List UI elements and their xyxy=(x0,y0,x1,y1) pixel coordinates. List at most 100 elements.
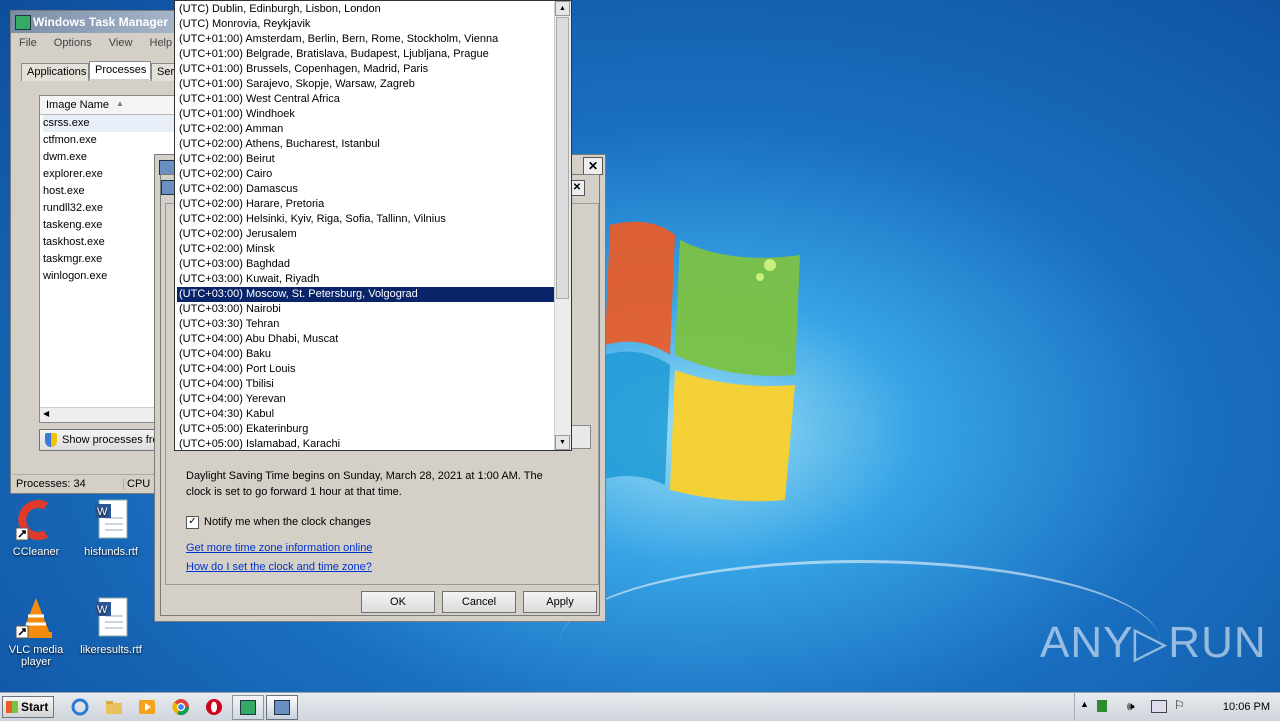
scroll-left-icon[interactable]: ◀ xyxy=(43,409,49,418)
combo-remnant-right xyxy=(569,425,591,449)
desktop-icon-vlc[interactable]: VLC media player xyxy=(0,596,72,668)
taskbar-button-task-manager[interactable] xyxy=(232,695,264,720)
show-processes-label: Show processes fro xyxy=(62,434,159,446)
clock[interactable]: 10:06 PM xyxy=(1223,701,1270,713)
menu-options[interactable]: Options xyxy=(54,37,92,49)
timezone-option[interactable]: (UTC+01:00) Belgrade, Bratislava, Budape… xyxy=(177,47,557,62)
internet-explorer-icon[interactable] xyxy=(70,697,90,717)
timezone-option[interactable]: (UTC+03:30) Tehran xyxy=(177,317,557,332)
desktop-icon-label: hisfunds.rtf xyxy=(84,546,138,558)
app-icon xyxy=(15,15,31,30)
timezone-option[interactable]: (UTC+02:00) Cairo xyxy=(177,167,557,182)
show-hidden-icons-icon[interactable]: ▲ xyxy=(1080,699,1089,709)
menu-view[interactable]: View xyxy=(109,37,133,49)
table-row[interactable]: dwm.exe xyxy=(43,149,87,166)
timezone-option[interactable]: (UTC+04:00) Abu Dhabi, Muscat xyxy=(177,332,557,347)
timezone-option[interactable]: (UTC+01:00) Amsterdam, Berlin, Bern, Rom… xyxy=(177,32,557,47)
timezone-option[interactable]: (UTC+04:00) Port Louis xyxy=(177,362,557,377)
desktop-icon-label: likeresults.rtf xyxy=(80,644,142,656)
process-name: rundll32.exe xyxy=(43,202,103,214)
dialog-close-button[interactable]: ✕ xyxy=(583,157,603,175)
taskbar-button-date-time[interactable] xyxy=(266,695,298,720)
dst-description: Daylight Saving Time begins on Sunday, M… xyxy=(186,468,586,500)
dst-text-line-2: clock is set to go forward 1 hour at tha… xyxy=(186,486,402,498)
ccleaner-icon xyxy=(15,498,56,542)
timezone-option[interactable]: (UTC+02:00) Damascus xyxy=(177,182,557,197)
cancel-button[interactable]: Cancel xyxy=(442,591,516,613)
timezone-option[interactable]: (UTC+04:00) Yerevan xyxy=(177,392,557,407)
timezone-option[interactable]: (UTC+03:00) Kuwait, Riyadh xyxy=(177,272,557,287)
timezone-dropdown-list[interactable]: (UTC) Dublin, Edinburgh, Lisbon, London(… xyxy=(174,0,572,451)
timezone-option[interactable]: (UTC+03:00) Nairobi xyxy=(177,302,557,317)
timezone-option[interactable]: (UTC+02:00) Harare, Pretoria xyxy=(177,197,557,212)
timezone-option[interactable]: (UTC+02:00) Jerusalem xyxy=(177,227,557,242)
apply-button[interactable]: Apply xyxy=(523,591,597,613)
svg-text:W: W xyxy=(97,506,108,518)
word-document-icon: W xyxy=(91,596,131,640)
table-row[interactable]: explorer.exe xyxy=(43,166,103,183)
start-button[interactable]: Start xyxy=(2,696,54,718)
timezone-option[interactable]: (UTC+01:00) Sarajevo, Skopje, Warsaw, Za… xyxy=(177,77,557,92)
timezone-option[interactable]: (UTC+03:00) Moscow, St. Petersburg, Volg… xyxy=(177,287,557,302)
network-status-icon[interactable] xyxy=(1097,700,1107,712)
vertical-scrollbar[interactable]: ▲ ▼ xyxy=(554,1,571,450)
opera-icon[interactable] xyxy=(204,697,224,717)
table-row[interactable]: taskeng.exe xyxy=(43,217,102,234)
tab-processes[interactable]: Processes xyxy=(89,61,151,79)
notify-checkbox[interactable]: ✓ xyxy=(186,516,199,529)
windows-logo xyxy=(600,221,800,502)
timezone-option[interactable]: (UTC+01:00) Windhoek xyxy=(177,107,557,122)
more-info-link[interactable]: Get more time zone information online xyxy=(186,542,372,554)
table-row[interactable]: taskhost.exe xyxy=(43,234,105,251)
process-name: host.exe xyxy=(43,185,85,197)
table-row[interactable]: host.exe xyxy=(43,183,85,200)
timezone-option[interactable]: (UTC+01:00) West Central Africa xyxy=(177,92,557,107)
menu-file[interactable]: File xyxy=(19,37,37,49)
table-row[interactable]: taskmgr.exe xyxy=(43,251,102,268)
speaker-icon[interactable]: 🕪 xyxy=(1127,699,1135,714)
timezone-option[interactable]: (UTC+03:00) Baghdad xyxy=(177,257,557,272)
menu-help[interactable]: Help xyxy=(150,37,173,49)
desktop-icon-hisfunds[interactable]: W hisfunds.rtf xyxy=(75,498,147,558)
task-manager-titlebar[interactable]: Windows Task Manager xyxy=(11,11,189,33)
timezone-option[interactable]: (UTC+05:00) Islamabad, Karachi xyxy=(177,437,557,450)
table-row[interactable]: ctfmon.exe xyxy=(43,132,97,149)
timezone-option[interactable]: (UTC+02:00) Beirut xyxy=(177,152,557,167)
tab-applications[interactable]: Applications xyxy=(21,63,89,81)
timezone-option[interactable]: (UTC+01:00) Brussels, Copenhagen, Madrid… xyxy=(177,62,557,77)
tab-label: Applications xyxy=(27,66,87,78)
ok-button[interactable]: OK xyxy=(361,591,435,613)
scroll-up-button[interactable]: ▲ xyxy=(555,1,570,16)
table-row[interactable]: csrss.exe xyxy=(43,115,183,132)
shield-icon xyxy=(45,433,57,447)
process-name: dwm.exe xyxy=(43,151,88,163)
taskbar: Start ▲ 🕪 ⚐ 10:06 PM xyxy=(0,692,1280,721)
status-processes: Processes: 34 xyxy=(16,478,86,490)
table-row[interactable]: rundll32.exe xyxy=(43,200,103,217)
folder-icon[interactable] xyxy=(104,697,124,717)
timezone-option[interactable]: (UTC+05:00) Ekaterinburg xyxy=(177,422,557,437)
scroll-thumb[interactable] xyxy=(556,17,569,299)
action-center-flag-icon[interactable]: ⚐ xyxy=(1174,698,1185,712)
column-header-image-name[interactable]: Image Name ▲ xyxy=(40,96,192,115)
start-label: Start xyxy=(21,700,49,714)
timezone-option[interactable]: (UTC) Monrovia, Reykjavik xyxy=(177,17,557,32)
timezone-option[interactable]: (UTC+02:00) Helsinki, Kyiv, Riga, Sofia,… xyxy=(177,212,557,227)
desktop-icon-likeresults[interactable]: W likeresults.rtf xyxy=(75,596,147,656)
chrome-icon[interactable] xyxy=(171,697,191,717)
process-name: ctfmon.exe xyxy=(43,134,97,146)
scroll-down-button[interactable]: ▼ xyxy=(555,435,570,450)
how-to-set-clock-link[interactable]: How do I set the clock and time zone? xyxy=(186,561,372,573)
timezone-option[interactable]: (UTC+02:00) Amman xyxy=(177,122,557,137)
timezone-option[interactable]: (UTC+02:00) Minsk xyxy=(177,242,557,257)
timezone-option[interactable]: (UTC+02:00) Athens, Bucharest, Istanbul xyxy=(177,137,557,152)
table-row[interactable]: winlogon.exe xyxy=(43,268,107,285)
media-player-icon[interactable] xyxy=(137,697,157,717)
timezone-option[interactable]: (UTC+04:30) Kabul xyxy=(177,407,557,422)
notify-label[interactable]: Notify me when the clock changes xyxy=(204,516,371,528)
timezone-option[interactable]: (UTC) Dublin, Edinburgh, Lisbon, London xyxy=(177,2,557,17)
network-icon[interactable] xyxy=(1151,700,1167,713)
desktop-icon-ccleaner[interactable]: CCleaner xyxy=(0,498,72,558)
timezone-option[interactable]: (UTC+04:00) Tbilisi xyxy=(177,377,557,392)
timezone-option[interactable]: (UTC+04:00) Baku xyxy=(177,347,557,362)
